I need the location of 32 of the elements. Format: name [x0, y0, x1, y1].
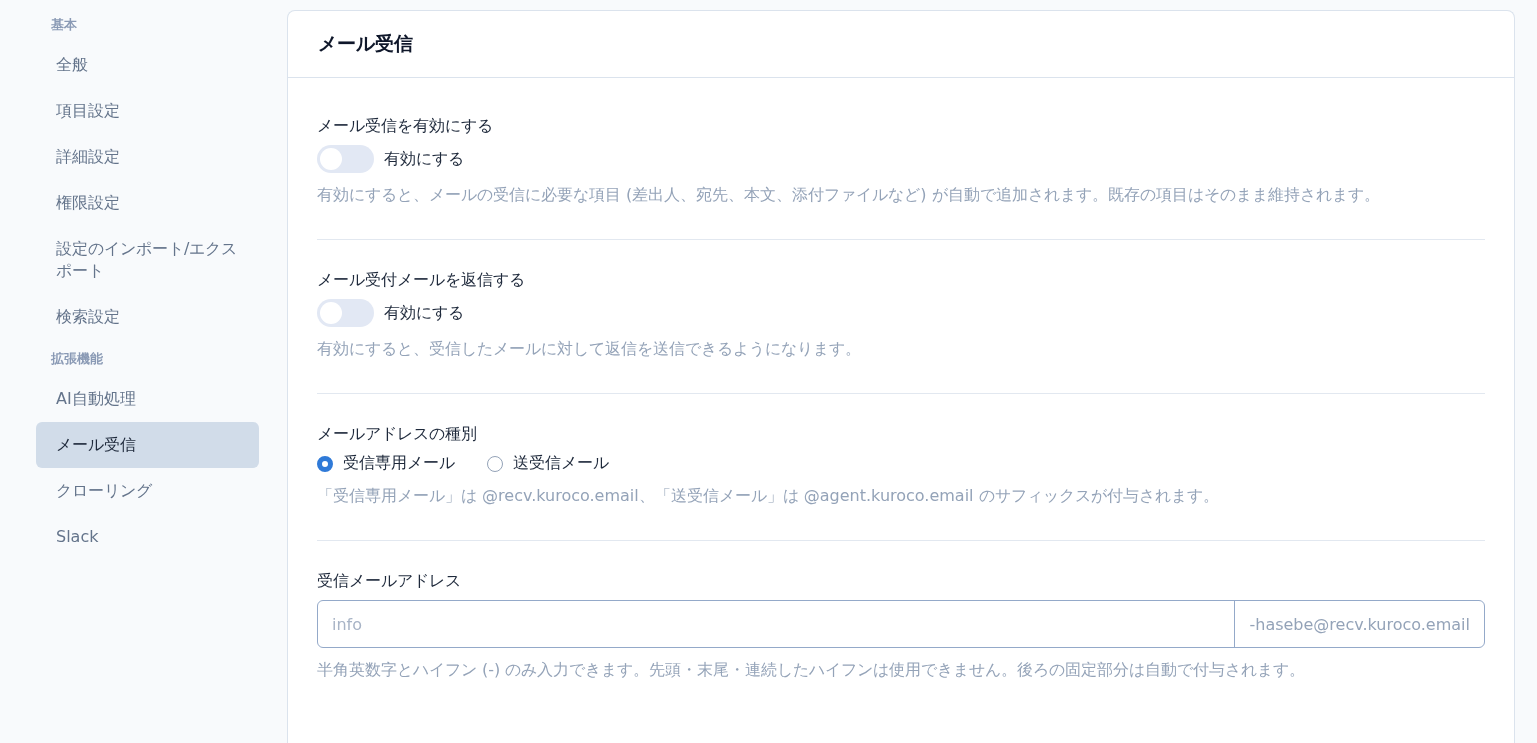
sidebar-item[interactable]: Slack [36, 514, 259, 560]
toggle-label: 有効にする [384, 148, 464, 170]
address-suffix: -hasebe@recv.kuroco.email [1234, 601, 1484, 647]
sidebar-item[interactable]: 設定のインポート/エクスポート [36, 226, 259, 294]
radio-button[interactable] [487, 455, 503, 472]
sidebar-item[interactable]: 項目設定 [36, 88, 259, 134]
address-field[interactable]: info -hasebe@recv.kuroco.email [317, 600, 1485, 648]
radio-label[interactable]: 受信専用メール [343, 453, 455, 474]
sidebar-item[interactable]: 検索設定 [36, 294, 259, 340]
field-label: メール受付メールを返信する [317, 270, 526, 291]
panel-title: メール受信 [318, 31, 414, 56]
radio-label[interactable]: 送受信メール [513, 453, 609, 474]
toggle-label: 有効にする [384, 302, 464, 324]
sidebar-item[interactable]: 権限設定 [36, 180, 259, 226]
sidebar-heading: 拡張機能 [50, 350, 104, 368]
help-text: 有効にすると、受信したメールに対して返信を送信できるようになります。 [317, 338, 862, 360]
field-label: メールアドレスの種別 [317, 424, 478, 445]
field-label: メール受信を有効にする [317, 116, 494, 137]
sidebar-item[interactable]: 全般 [36, 42, 259, 88]
toggle-switch[interactable] [317, 299, 374, 327]
toggle-switch[interactable] [317, 145, 374, 173]
input-field[interactable]: info [318, 601, 1235, 647]
sidebar-item[interactable]: メール受信 [36, 422, 259, 468]
field-label: 受信メールアドレス [317, 571, 462, 592]
help-text: 半角英数字とハイフン (-) のみ入力できます。先頭・末尾・連続したハイフンは使用できません。後ろの固定部分は自動で付与されます。 [317, 659, 1307, 681]
sidebar-item[interactable]: クローリング [36, 468, 259, 514]
sidebar-item[interactable]: AI自動処理 [36, 376, 259, 422]
help-text: 「受信専用メール」は @recv.kuroco.email、「送受信メール」は @agent.kuroco.email のサフィックスが付与されます。 [317, 485, 1220, 507]
radio-button[interactable] [317, 455, 333, 472]
help-text: 有効にすると、メールの受信に必要な項目 (差出人、宛先、本文、添付ファイルなど) が自動で追加されます。既存の項目はそのまま維持されます。 [317, 184, 1381, 206]
sidebar-item[interactable]: 詳細設定 [36, 134, 259, 180]
sidebar-heading: 基本 [50, 16, 78, 34]
